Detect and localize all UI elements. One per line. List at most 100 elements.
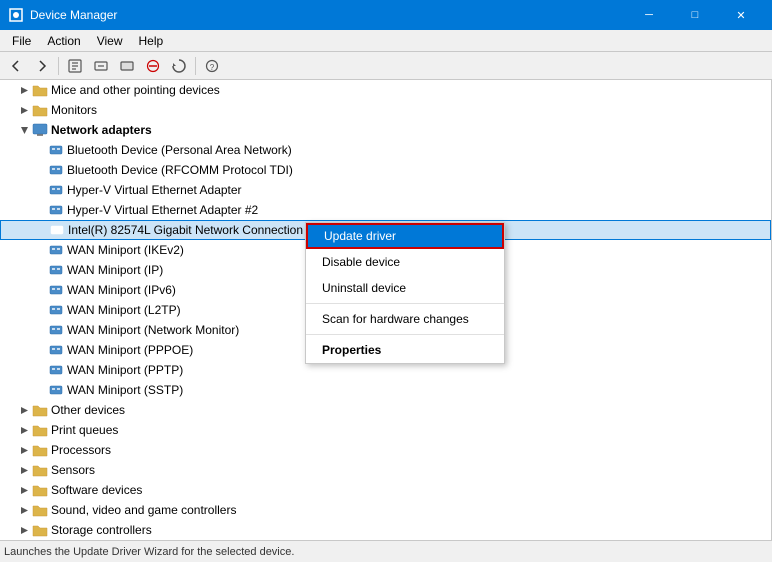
expand-icon[interactable] <box>32 362 48 378</box>
node-icon <box>49 222 65 238</box>
tree-item-label: Other devices <box>51 403 125 417</box>
node-icon <box>48 202 64 218</box>
tree-item-label: Hyper-V Virtual Ethernet Adapter #2 <box>67 203 258 217</box>
node-icon <box>32 422 48 438</box>
tree-item-label: Sound, video and game controllers <box>51 503 236 517</box>
toolbar-back[interactable] <box>4 54 28 78</box>
tree-item-storage[interactable]: Storage controllers <box>0 520 771 540</box>
status-bar: Launches the Update Driver Wizard for th… <box>0 540 772 562</box>
menu-action[interactable]: Action <box>39 30 88 52</box>
tree-item-wan-sstp[interactable]: WAN Miniport (SSTP) <box>0 380 771 400</box>
expand-icon[interactable] <box>32 342 48 358</box>
tree-item-sound[interactable]: Sound, video and game controllers <box>0 500 771 520</box>
context-uninstall-device[interactable]: Uninstall device <box>306 275 504 301</box>
toolbar-disable[interactable] <box>115 54 139 78</box>
tree-item-label: Mice and other pointing devices <box>51 83 220 97</box>
tree-item-label: WAN Miniport (Network Monitor) <box>67 323 239 337</box>
tree-item-label: WAN Miniport (PPPOE) <box>67 343 193 357</box>
tree-item-mice[interactable]: Mice and other pointing devices <box>0 80 771 100</box>
tree-item-label: WAN Miniport (SSTP) <box>67 383 183 397</box>
menu-help[interactable]: Help <box>131 30 172 52</box>
app-icon <box>8 7 24 23</box>
tree-item-label: WAN Miniport (L2TP) <box>67 303 181 317</box>
tree-item-label: WAN Miniport (IKEv2) <box>67 243 184 257</box>
close-button[interactable]: ✕ <box>718 0 764 30</box>
expand-icon[interactable] <box>16 522 32 538</box>
expand-icon[interactable] <box>16 442 32 458</box>
expand-icon[interactable] <box>16 482 32 498</box>
expand-icon[interactable] <box>32 302 48 318</box>
title-bar: Device Manager ─ □ ✕ <box>0 0 772 30</box>
node-icon <box>48 342 64 358</box>
toolbar-properties[interactable] <box>63 54 87 78</box>
context-properties[interactable]: Properties <box>306 337 504 363</box>
tree-item-label: Hyper-V Virtual Ethernet Adapter <box>67 183 242 197</box>
tree-item-network[interactable]: Network adapters <box>0 120 771 140</box>
expand-icon[interactable] <box>32 162 48 178</box>
context-update-driver[interactable]: Update driver <box>306 223 504 249</box>
toolbar-scan[interactable] <box>167 54 191 78</box>
expand-icon[interactable] <box>32 382 48 398</box>
expand-icon[interactable] <box>32 282 48 298</box>
expand-icon[interactable] <box>16 502 32 518</box>
tree-item-processors[interactable]: Processors <box>0 440 771 460</box>
tree-item-label: Software devices <box>51 483 142 497</box>
node-icon <box>32 482 48 498</box>
expand-icon[interactable] <box>32 322 48 338</box>
toolbar-forward[interactable] <box>30 54 54 78</box>
tree-item-other[interactable]: Other devices <box>0 400 771 420</box>
tree-item-hyperv1[interactable]: Hyper-V Virtual Ethernet Adapter <box>0 180 771 200</box>
expand-icon[interactable] <box>32 242 48 258</box>
toolbar-uninstall[interactable] <box>141 54 165 78</box>
status-text: Launches the Update Driver Wizard for th… <box>4 546 294 558</box>
tree-item-label: Intel(R) 82574L Gigabit Network Connecti… <box>68 223 303 237</box>
expand-icon[interactable] <box>16 462 32 478</box>
toolbar-help[interactable]: ? <box>200 54 224 78</box>
expand-icon[interactable] <box>16 102 32 118</box>
node-icon <box>48 142 64 158</box>
tree-item-label: Bluetooth Device (RFCOMM Protocol TDI) <box>67 163 293 177</box>
context-disable-device[interactable]: Disable device <box>306 249 504 275</box>
expand-icon[interactable] <box>32 262 48 278</box>
node-icon <box>32 82 48 98</box>
node-icon <box>32 402 48 418</box>
node-icon <box>48 242 64 258</box>
tree-item-label: Print queues <box>51 423 118 437</box>
tree-item-label: WAN Miniport (PPTP) <box>67 363 183 377</box>
maximize-button[interactable]: □ <box>672 0 718 30</box>
tree-item-bluetooth1[interactable]: Bluetooth Device (Personal Area Network) <box>0 140 771 160</box>
expand-icon[interactable] <box>33 222 49 238</box>
context-scan-hardware[interactable]: Scan for hardware changes <box>306 306 504 332</box>
expand-icon[interactable] <box>16 402 32 418</box>
context-separator-2 <box>306 334 504 335</box>
tree-item-label: Storage controllers <box>51 523 152 537</box>
node-icon <box>48 382 64 398</box>
toolbar: ? <box>0 52 772 80</box>
tree-item-label: Monitors <box>51 103 97 117</box>
expand-icon[interactable] <box>32 202 48 218</box>
node-icon <box>32 122 48 138</box>
toolbar-update-driver[interactable] <box>89 54 113 78</box>
menu-view[interactable]: View <box>89 30 131 52</box>
tree-item-label: WAN Miniport (IP) <box>67 263 163 277</box>
tree-item-software[interactable]: Software devices <box>0 480 771 500</box>
tree-item-print[interactable]: Print queues <box>0 420 771 440</box>
expand-icon[interactable] <box>16 82 32 98</box>
node-icon <box>48 322 64 338</box>
expand-icon[interactable] <box>32 182 48 198</box>
window-controls: ─ □ ✕ <box>626 0 764 30</box>
expand-icon[interactable] <box>32 142 48 158</box>
tree-item-sensors[interactable]: Sensors <box>0 460 771 480</box>
node-icon <box>32 502 48 518</box>
node-icon <box>32 442 48 458</box>
tree-item-monitors[interactable]: Monitors <box>0 100 771 120</box>
expand-icon[interactable] <box>16 122 32 138</box>
expand-icon[interactable] <box>16 422 32 438</box>
window-title: Device Manager <box>30 8 626 22</box>
tree-item-bluetooth2[interactable]: Bluetooth Device (RFCOMM Protocol TDI) <box>0 160 771 180</box>
node-icon <box>32 462 48 478</box>
minimize-button[interactable]: ─ <box>626 0 672 30</box>
node-icon <box>48 262 64 278</box>
menu-file[interactable]: File <box>4 30 39 52</box>
tree-item-hyperv2[interactable]: Hyper-V Virtual Ethernet Adapter #2 <box>0 200 771 220</box>
